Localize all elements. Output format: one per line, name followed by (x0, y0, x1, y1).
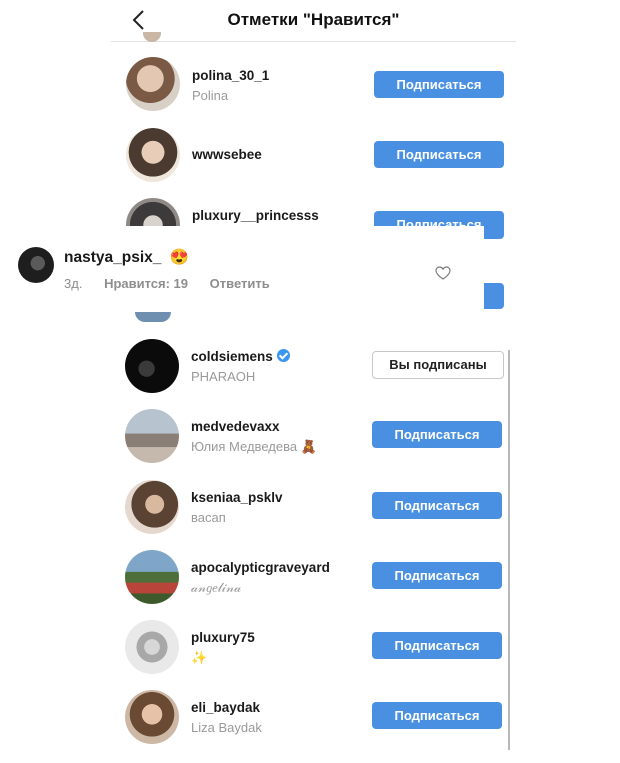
full-name: 𝒶𝓃𝑔𝑒𝓁𝒾𝓃𝒶 (191, 580, 242, 595)
full-name: Liza Baydak (191, 720, 262, 735)
username[interactable]: apocalypticgraveyard (191, 560, 330, 575)
follow-button[interactable]: Подписаться (372, 702, 502, 729)
comment-item: nastya_psix_ 😍 3д. Нравится: 19 Ответить (0, 226, 620, 312)
list-item[interactable]: apocalypticgraveyard 𝒶𝓃𝑔𝑒𝓁𝒾𝓃𝒶 Подписатьс… (111, 550, 516, 610)
username-text[interactable]: coldsiemens (191, 349, 273, 364)
following-button[interactable]: Вы подписаны (372, 351, 504, 379)
verified-badge-icon (276, 349, 290, 362)
username[interactable]: pluxury__princesss (192, 208, 319, 223)
scrollbar[interactable] (508, 350, 510, 750)
comment-reply-link[interactable]: Ответить (210, 276, 270, 291)
follow-button[interactable]: Подписаться (374, 71, 504, 98)
username[interactable]: pluxury75 (191, 630, 255, 645)
list-item[interactable]: eli_baydak Liza Baydak Подписаться (111, 690, 516, 750)
follow-button[interactable]: Подписаться (372, 632, 502, 659)
avatar (125, 620, 179, 674)
comment-meta: 3д. Нравится: 19 Ответить (64, 276, 270, 291)
full-name: Юлия Медведева 🧸 (191, 439, 317, 454)
heart-eyes-emoji: 😍 (169, 249, 189, 266)
list-item[interactable]: kseniaa_psklv васап Подписаться (111, 480, 516, 540)
avatar (125, 480, 179, 534)
follow-button-fragment (484, 283, 504, 309)
heart-icon (435, 266, 451, 280)
likes-list-bottom: coldsiemens PHARAOH Вы подписаны medvede… (111, 312, 516, 763)
full-name: PHARAOH (191, 369, 256, 384)
full-name: ✨ (191, 650, 208, 665)
avatar (125, 690, 179, 744)
username[interactable]: wwwsebee (192, 147, 262, 162)
comment-likes-link[interactable]: Нравится: 19 (104, 276, 188, 291)
username[interactable]: eli_baydak (191, 700, 260, 715)
full-name: Polina (192, 88, 229, 103)
avatar-partial (135, 312, 171, 322)
like-comment-button[interactable] (435, 266, 451, 280)
username[interactable]: polina_30_1 (192, 68, 269, 83)
likes-list-top: Отметки "Нравится" polina_30_1 Polina По… (111, 0, 516, 232)
comment-time: 3д. (64, 276, 83, 291)
username[interactable]: kseniaa_psklv (191, 490, 283, 505)
comment-author[interactable]: nastya_psix_ 😍 (64, 248, 189, 267)
avatar (125, 339, 179, 393)
list-item[interactable]: pluxury75 ✨ Подписаться (111, 620, 516, 680)
avatar (126, 57, 180, 111)
full-name: васап (191, 510, 226, 525)
list-item[interactable]: wwwsebee Подписаться (111, 126, 516, 186)
username[interactable]: coldsiemens (191, 349, 290, 364)
follow-button[interactable]: Подписаться (372, 562, 502, 589)
page-title: Отметки "Нравится" (227, 10, 400, 29)
avatar (125, 409, 179, 463)
follow-button[interactable]: Подписаться (374, 141, 504, 168)
avatar (125, 550, 179, 604)
follow-button[interactable]: Подписаться (372, 492, 502, 519)
list-item[interactable]: coldsiemens PHARAOH Вы подписаны (111, 339, 516, 399)
follow-button-fragment (484, 226, 504, 239)
avatar (126, 128, 180, 182)
follow-button[interactable]: Подписаться (372, 421, 502, 448)
list-item[interactable]: polina_30_1 Polina Подписаться (111, 55, 516, 115)
username[interactable]: medvedevaxx (191, 419, 280, 434)
header-bar: Отметки "Нравится" (111, 0, 516, 42)
list-item[interactable]: medvedevaxx Юлия Медведева 🧸 Подписаться (111, 409, 516, 469)
comment-username[interactable]: nastya_psix_ (64, 249, 161, 266)
commenter-avatar[interactable] (18, 247, 54, 283)
